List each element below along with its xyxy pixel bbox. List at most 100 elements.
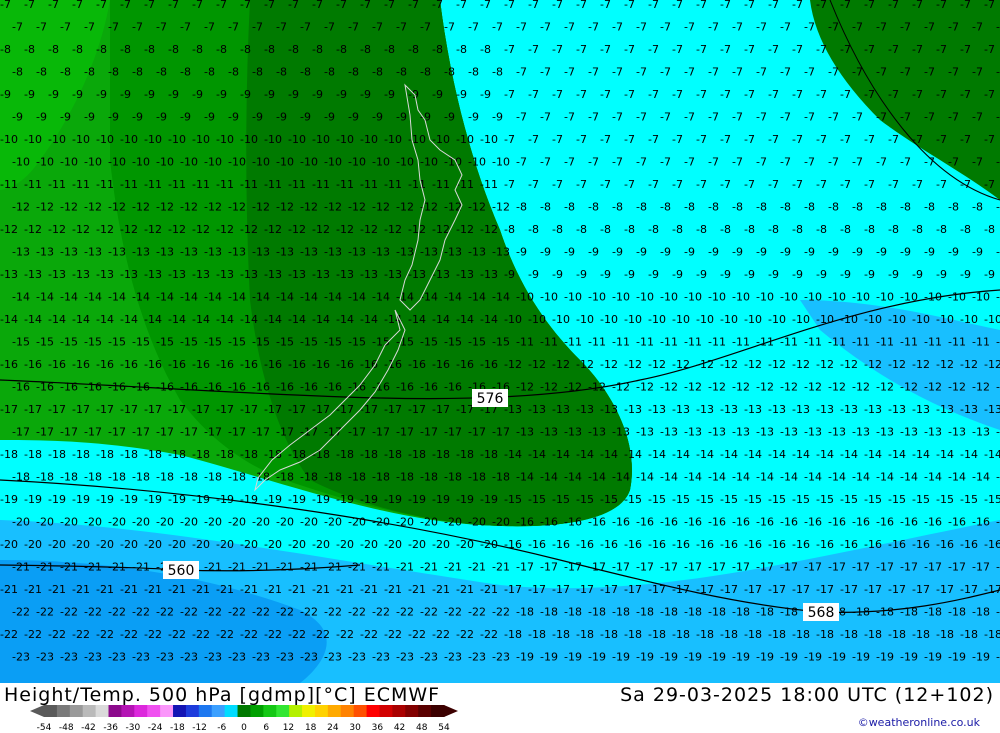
isotherm-label: -16: [852, 516, 870, 529]
isotherm-label: -22: [288, 628, 306, 641]
isotherm-label: -17: [684, 561, 702, 574]
isotherm-label: -15: [492, 336, 510, 349]
isotherm-label: -14: [240, 313, 258, 326]
isotherm-label: -15: [228, 336, 246, 349]
map-footer: Height/Temp. 500 hPa [gdmp][°C] ECMWF Sa…: [0, 683, 1000, 733]
isotherm-label: -12: [168, 223, 186, 236]
isotherm-label: -14: [672, 448, 690, 461]
isotherm-label: -10: [444, 156, 462, 169]
isotherm-label: -11: [168, 178, 186, 191]
isotherm-label: -7: [804, 156, 815, 169]
isotherm-label: -10: [336, 133, 354, 146]
isotherm-label: -7: [852, 156, 863, 169]
isotherm-label: -10: [276, 156, 294, 169]
isotherm-label: -7: [984, 88, 995, 101]
isotherm-label: -14: [408, 313, 426, 326]
isotherm-label: -12: [840, 358, 858, 371]
isotherm-label: -7: [696, 43, 707, 56]
isotherm-label: -7: [600, 43, 611, 56]
isotherm-label: -7: [528, 0, 539, 11]
isotherm-label: -7: [768, 178, 779, 191]
isotherm-label: -12: [348, 201, 366, 214]
isotherm-label: -7: [648, 133, 659, 146]
isotherm-label: -7: [816, 178, 827, 191]
isotherm-label: -7: [936, 43, 947, 56]
isotherm-label: -16: [672, 538, 690, 551]
isotherm-label: -18: [576, 628, 594, 641]
isotherm-label: -8: [396, 66, 407, 79]
isotherm-label: -12: [648, 358, 666, 371]
isotherm-label: -8: [12, 66, 23, 79]
isotherm-label: -22: [168, 628, 186, 641]
isotherm-label: -9: [564, 246, 575, 259]
isotherm-label: -18: [204, 471, 222, 484]
isotherm-label: -12: [924, 381, 942, 394]
isotherm-label: -17: [540, 561, 558, 574]
isotherm-label: -7: [888, 178, 899, 191]
isotherm-label: -15: [156, 336, 174, 349]
isotherm-label: -9: [288, 88, 299, 101]
isotherm-label: -17: [552, 583, 570, 596]
isotherm-label: -7: [876, 111, 887, 124]
isotherm-label: -16: [120, 358, 138, 371]
isotherm-label: -8: [492, 66, 503, 79]
isotherm-label: -7: [516, 21, 527, 34]
isotherm-label: -7: [672, 88, 683, 101]
isotherm-label: -10: [600, 313, 618, 326]
isotherm-label: -9: [216, 88, 227, 101]
isotherm-label: -8: [624, 223, 635, 236]
isotherm-label: -10: [456, 133, 474, 146]
isotherm-label: -17: [132, 426, 150, 439]
isotherm-label: -7: [756, 21, 767, 34]
isotherm-label: -10: [132, 156, 150, 169]
isotherm-label: -9: [144, 88, 155, 101]
isotherm-label: -7: [540, 156, 551, 169]
site-credit: ©weatheronline.co.uk: [857, 716, 980, 729]
isotherm-label: -15: [912, 493, 930, 506]
isotherm-label: -16: [708, 516, 726, 529]
isotherm-label: -10: [360, 133, 378, 146]
isotherm-label: -7: [552, 88, 563, 101]
isotherm-label: -22: [432, 628, 450, 641]
isotherm-label: -16: [588, 516, 606, 529]
isotherm-label: -7: [36, 21, 47, 34]
isotherm-label: -11: [432, 178, 450, 191]
isotherm-label: -18: [72, 448, 90, 461]
isotherm-label: -7: [564, 156, 575, 169]
isotherm-label: -13: [228, 246, 246, 259]
isotherm-label: -18: [420, 471, 438, 484]
isotherm-label: -18: [996, 606, 1000, 619]
isotherm-label: -19: [72, 493, 90, 506]
isotherm-label: -14: [0, 313, 18, 326]
isotherm-label: -7: [864, 178, 875, 191]
isotherm-label: -13: [168, 268, 186, 281]
isotherm-label: -9: [996, 246, 1000, 259]
isotherm-label: -13: [732, 426, 750, 439]
isotherm-label: -14: [972, 471, 990, 484]
isotherm-label: -14: [360, 313, 378, 326]
isotherm-label: -11: [588, 336, 606, 349]
isotherm-label: -14: [588, 471, 606, 484]
isotherm-label: -7: [144, 0, 155, 11]
isotherm-label: -17: [564, 561, 582, 574]
isotherm-label: -16: [24, 358, 42, 371]
isotherm-label: -23: [396, 651, 414, 664]
contour-label-568: 568: [803, 603, 839, 621]
isotherm-label: -13: [876, 426, 894, 439]
scale-swatch: [340, 705, 355, 717]
isotherm-label: -17: [528, 583, 546, 596]
isotherm-label: -14: [84, 291, 102, 304]
isotherm-label: -14: [888, 448, 906, 461]
isotherm-label: -18: [384, 448, 402, 461]
isotherm-label: -7: [948, 21, 959, 34]
isotherm-label: -16: [408, 358, 426, 371]
isotherm-label: -18: [324, 471, 342, 484]
isotherm-label: -13: [804, 426, 822, 439]
isotherm-label: -17: [804, 561, 822, 574]
isotherm-label: -14: [372, 291, 390, 304]
isotherm-label: -7: [588, 156, 599, 169]
isotherm-label: -22: [252, 606, 270, 619]
isotherm-label: -10: [408, 133, 426, 146]
isotherm-label: -7: [660, 66, 671, 79]
isotherm-label: -10: [912, 313, 930, 326]
